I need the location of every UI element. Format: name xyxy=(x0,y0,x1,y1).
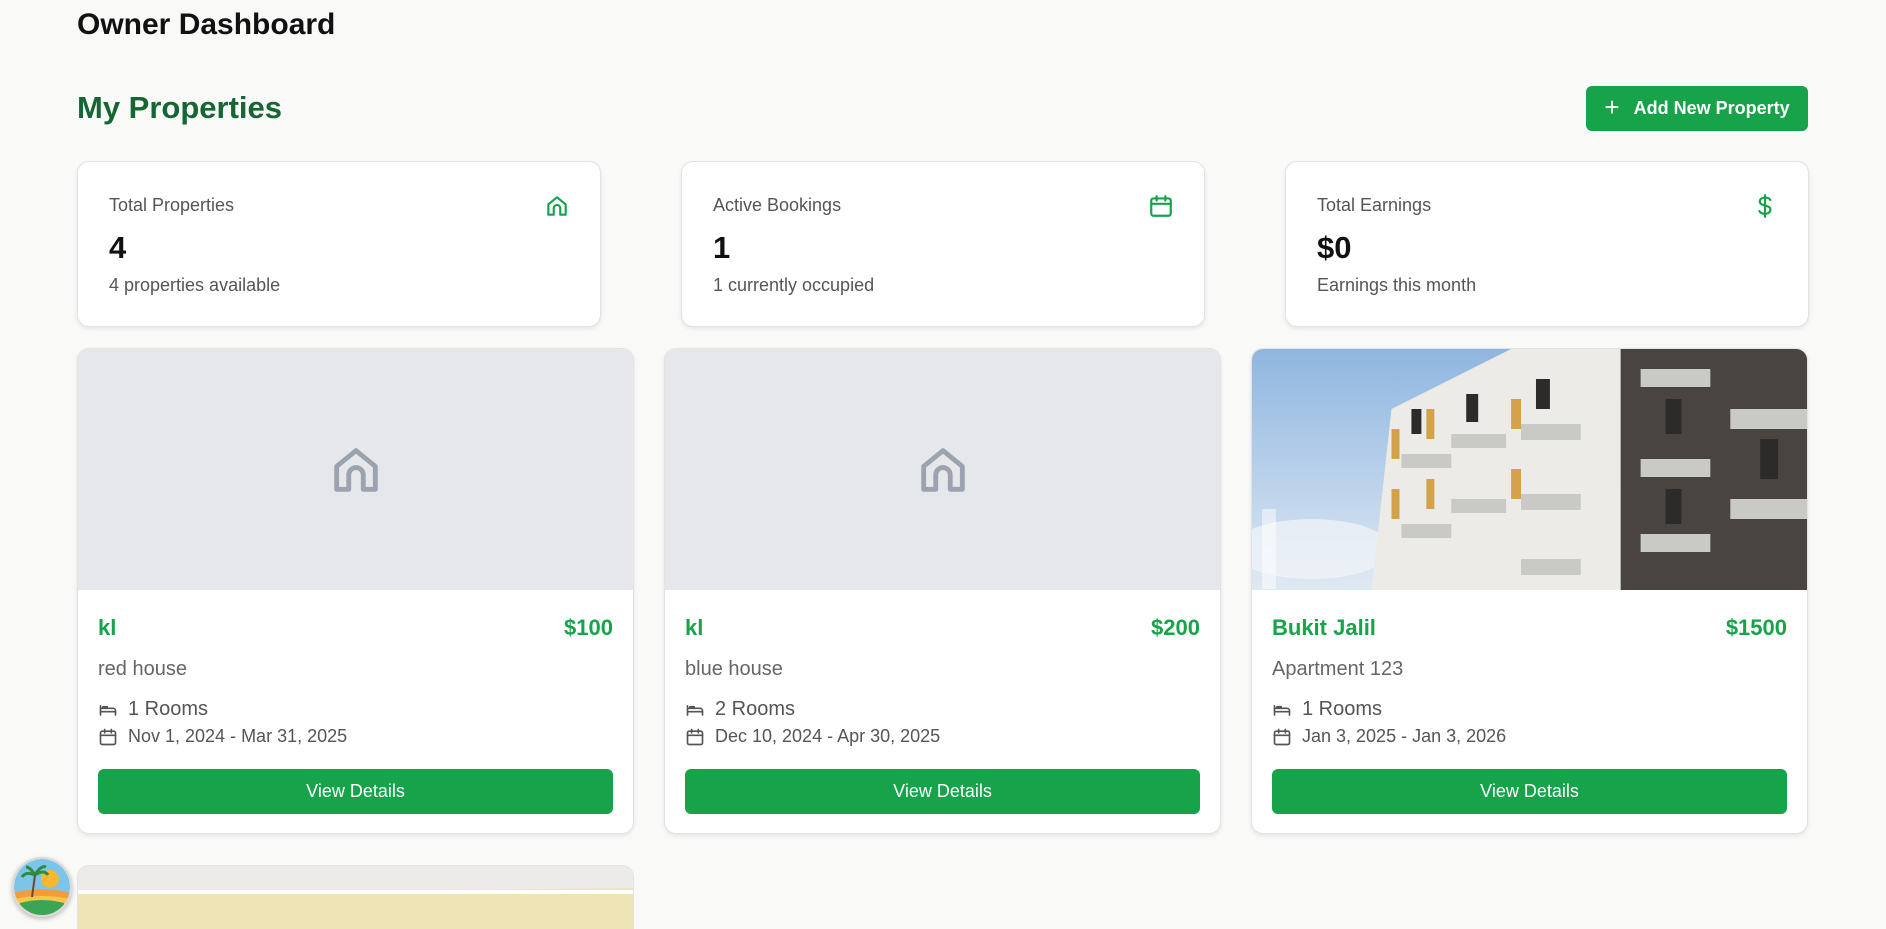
property-card: Bukit Jalil $1500 Apartment 123 1 Rooms … xyxy=(1251,348,1808,834)
property-rooms: 1 Rooms xyxy=(98,698,208,721)
calendar-icon xyxy=(1150,195,1172,217)
stat-sub: Earnings this month xyxy=(1317,275,1477,295)
view-details-button[interactable]: View Details xyxy=(98,769,613,814)
home-icon xyxy=(547,196,567,216)
property-location: kl xyxy=(685,615,704,640)
property-price: $100 xyxy=(564,615,613,640)
property-price: $1500 xyxy=(1725,615,1787,640)
stat-card-total-earnings: Total Earnings $0 Earnings this month xyxy=(1285,161,1809,327)
calendar-icon xyxy=(686,728,704,745)
property-card: kl $200 blue house 2 Rooms Dec 10, 2024 … xyxy=(664,348,1221,834)
property-photo xyxy=(1252,349,1807,590)
property-price: $200 xyxy=(1151,615,1200,640)
add-new-property-button[interactable]: + Add New Property xyxy=(1586,86,1808,131)
rooms-text: 1 Rooms xyxy=(1302,698,1383,720)
stat-sub: 4 properties available xyxy=(109,275,281,295)
property-name: blue house xyxy=(685,658,783,680)
stat-value: $0 xyxy=(1317,230,1352,265)
beach-avatar-icon xyxy=(14,859,70,915)
bed-icon xyxy=(99,704,117,716)
stat-value: 4 xyxy=(109,230,127,265)
plus-icon: + xyxy=(1604,92,1620,122)
property-location: Bukit Jalil xyxy=(1272,615,1376,640)
dates-text: Dec 10, 2024 - Apr 30, 2025 xyxy=(715,726,941,746)
property-image-placeholder xyxy=(78,349,633,590)
property-card xyxy=(77,865,634,929)
property-card: kl $100 red house 1 Rooms Nov 1, 2024 - … xyxy=(77,348,634,834)
dates-text: Nov 1, 2024 - Mar 31, 2025 xyxy=(128,726,348,746)
property-name: Apartment 123 xyxy=(1272,658,1404,680)
property-dates: Nov 1, 2024 - Mar 31, 2025 xyxy=(98,726,347,747)
section-title: My Properties xyxy=(77,90,283,125)
property-dates: Jan 3, 2025 - Jan 3, 2026 xyxy=(1272,726,1506,747)
stat-label: Active Bookings xyxy=(713,195,842,215)
beach-avatar-button[interactable] xyxy=(12,857,72,917)
dollar-icon xyxy=(1758,194,1772,218)
bed-icon xyxy=(1273,704,1291,716)
stat-label: Total Earnings xyxy=(1317,195,1432,215)
home-icon xyxy=(920,447,965,492)
view-details-button[interactable]: View Details xyxy=(685,769,1200,814)
home-icon xyxy=(333,447,378,492)
calendar-icon xyxy=(1273,728,1291,745)
calendar-icon xyxy=(99,728,117,745)
property-dates: Dec 10, 2024 - Apr 30, 2025 xyxy=(685,726,940,747)
stat-value: 1 xyxy=(713,230,731,265)
property-interior-photo xyxy=(78,866,633,929)
stat-card-total-properties: Total Properties 4 4 properties availabl… xyxy=(77,161,601,327)
rooms-text: 2 Rooms xyxy=(715,698,796,720)
apartment-building-image xyxy=(1252,349,1807,590)
dates-text: Jan 3, 2025 - Jan 3, 2026 xyxy=(1302,726,1507,746)
stat-label: Total Properties xyxy=(109,195,235,215)
property-rooms: 1 Rooms xyxy=(1272,698,1382,721)
bed-icon xyxy=(686,704,704,716)
property-rooms: 2 Rooms xyxy=(685,698,795,721)
stat-sub: 1 currently occupied xyxy=(713,275,875,295)
stat-card-active-bookings: Active Bookings 1 1 currently occupied xyxy=(681,161,1205,327)
property-name: red house xyxy=(98,658,187,680)
page-title: Owner Dashboard xyxy=(77,8,336,41)
add-new-property-label: Add New Property xyxy=(1633,98,1790,118)
rooms-text: 1 Rooms xyxy=(128,698,209,720)
property-image-placeholder xyxy=(665,349,1220,590)
view-details-button[interactable]: View Details xyxy=(1272,769,1787,814)
property-location: kl xyxy=(98,615,117,640)
